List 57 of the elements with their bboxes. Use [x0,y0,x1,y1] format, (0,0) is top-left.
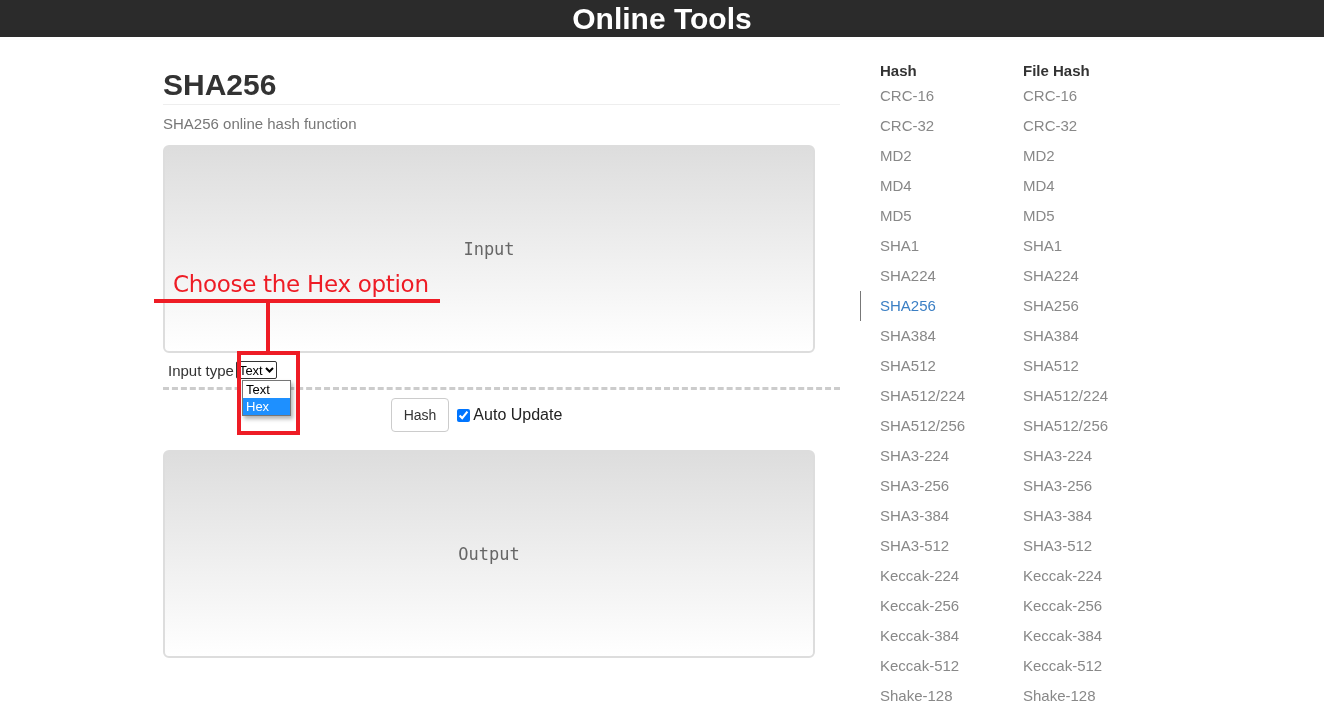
sidebar-link[interactable]: SHA512 [1023,351,1079,381]
dropdown-option[interactable]: Text [243,381,290,398]
sidebar-link[interactable]: SHA1 [1023,231,1063,261]
sidebar-link[interactable]: MD4 [860,171,912,201]
sidebar-link[interactable]: SHA3-256 [860,471,950,501]
input-type-label: Input type [168,361,234,379]
sidebar-link[interactable]: SHA3-512 [860,531,950,561]
auto-update-label: Auto Update [473,406,563,424]
sidebar-link[interactable]: MD5 [860,201,912,231]
output-textarea[interactable]: Output [163,450,815,658]
sidebar-heading: File Hash [1023,61,1090,81]
sidebar-link[interactable]: Keccak-512 [860,651,960,681]
sidebar-link[interactable]: Keccak-512 [1023,651,1103,681]
dropdown-option[interactable]: Hex [243,398,290,415]
sidebar-link[interactable]: SHA512 [860,351,936,381]
sidebar-link[interactable]: CRC-16 [1023,81,1078,111]
sidebar-link[interactable]: SHA3-224 [860,441,950,471]
sidebar-link[interactable]: MD4 [1023,171,1055,201]
sidebar-link[interactable]: SHA3-256 [1023,471,1093,501]
sidebar-link[interactable]: Shake-128 [1023,681,1096,711]
sidebar-link[interactable]: Keccak-224 [1023,561,1103,591]
caret-icon [264,367,274,373]
hash-button[interactable]: Hash [390,398,450,432]
sidebar-link[interactable]: SHA512/224 [860,381,966,411]
sidebar-link[interactable]: CRC-32 [860,111,935,141]
page-title: SHA256 [163,67,277,103]
sidebar-link[interactable]: MD5 [1023,201,1055,231]
auto-update-checkbox[interactable] [457,408,471,422]
sidebar-link[interactable]: Keccak-256 [860,591,960,621]
sidebar-link[interactable]: SHA224 [1023,261,1079,291]
sidebar-link[interactable]: SHA512/256 [1023,411,1109,441]
sidebar-link[interactable]: SHA384 [860,321,936,351]
sidebar-link[interactable]: CRC-16 [860,81,935,111]
annotation-text: Choose the Hex option [173,271,429,297]
sidebar-link[interactable]: CRC-32 [1023,111,1078,141]
sidebar-link[interactable]: SHA256 [1023,291,1079,321]
sidebar-link[interactable]: SHA3-512 [1023,531,1093,561]
sidebar-link[interactable]: Shake-128 [860,681,953,711]
sidebar-link[interactable]: MD2 [860,141,912,171]
input-type-select[interactable]: Text [235,361,277,379]
sidebar-link[interactable]: Keccak-256 [1023,591,1103,621]
sidebar-heading: Hash [879,61,917,81]
sidebar-link[interactable]: SHA384 [1023,321,1079,351]
sidebar-link[interactable]: Keccak-384 [860,621,960,651]
sidebar-link[interactable]: Keccak-384 [1023,621,1103,651]
sidebar-link[interactable]: SHA3-224 [1023,441,1093,471]
page-subtitle: SHA256 online hash function [163,115,357,133]
sidebar-link[interactable]: SHA1 [860,231,920,261]
sidebar-link[interactable]: MD2 [1023,141,1055,171]
sidebar-link[interactable]: Keccak-224 [860,561,960,591]
sidebar-link[interactable]: SHA224 [860,261,936,291]
sidebar-link[interactable]: SHA3-384 [860,501,950,531]
sidebar-link[interactable]: SHA3-384 [1023,501,1093,531]
site-title: Online Tools [572,1,752,37]
sidebar-link[interactable]: SHA256 [860,291,936,321]
sidebar-link[interactable]: SHA512/256 [860,411,966,441]
sidebar-link[interactable]: SHA512/224 [1023,381,1109,411]
